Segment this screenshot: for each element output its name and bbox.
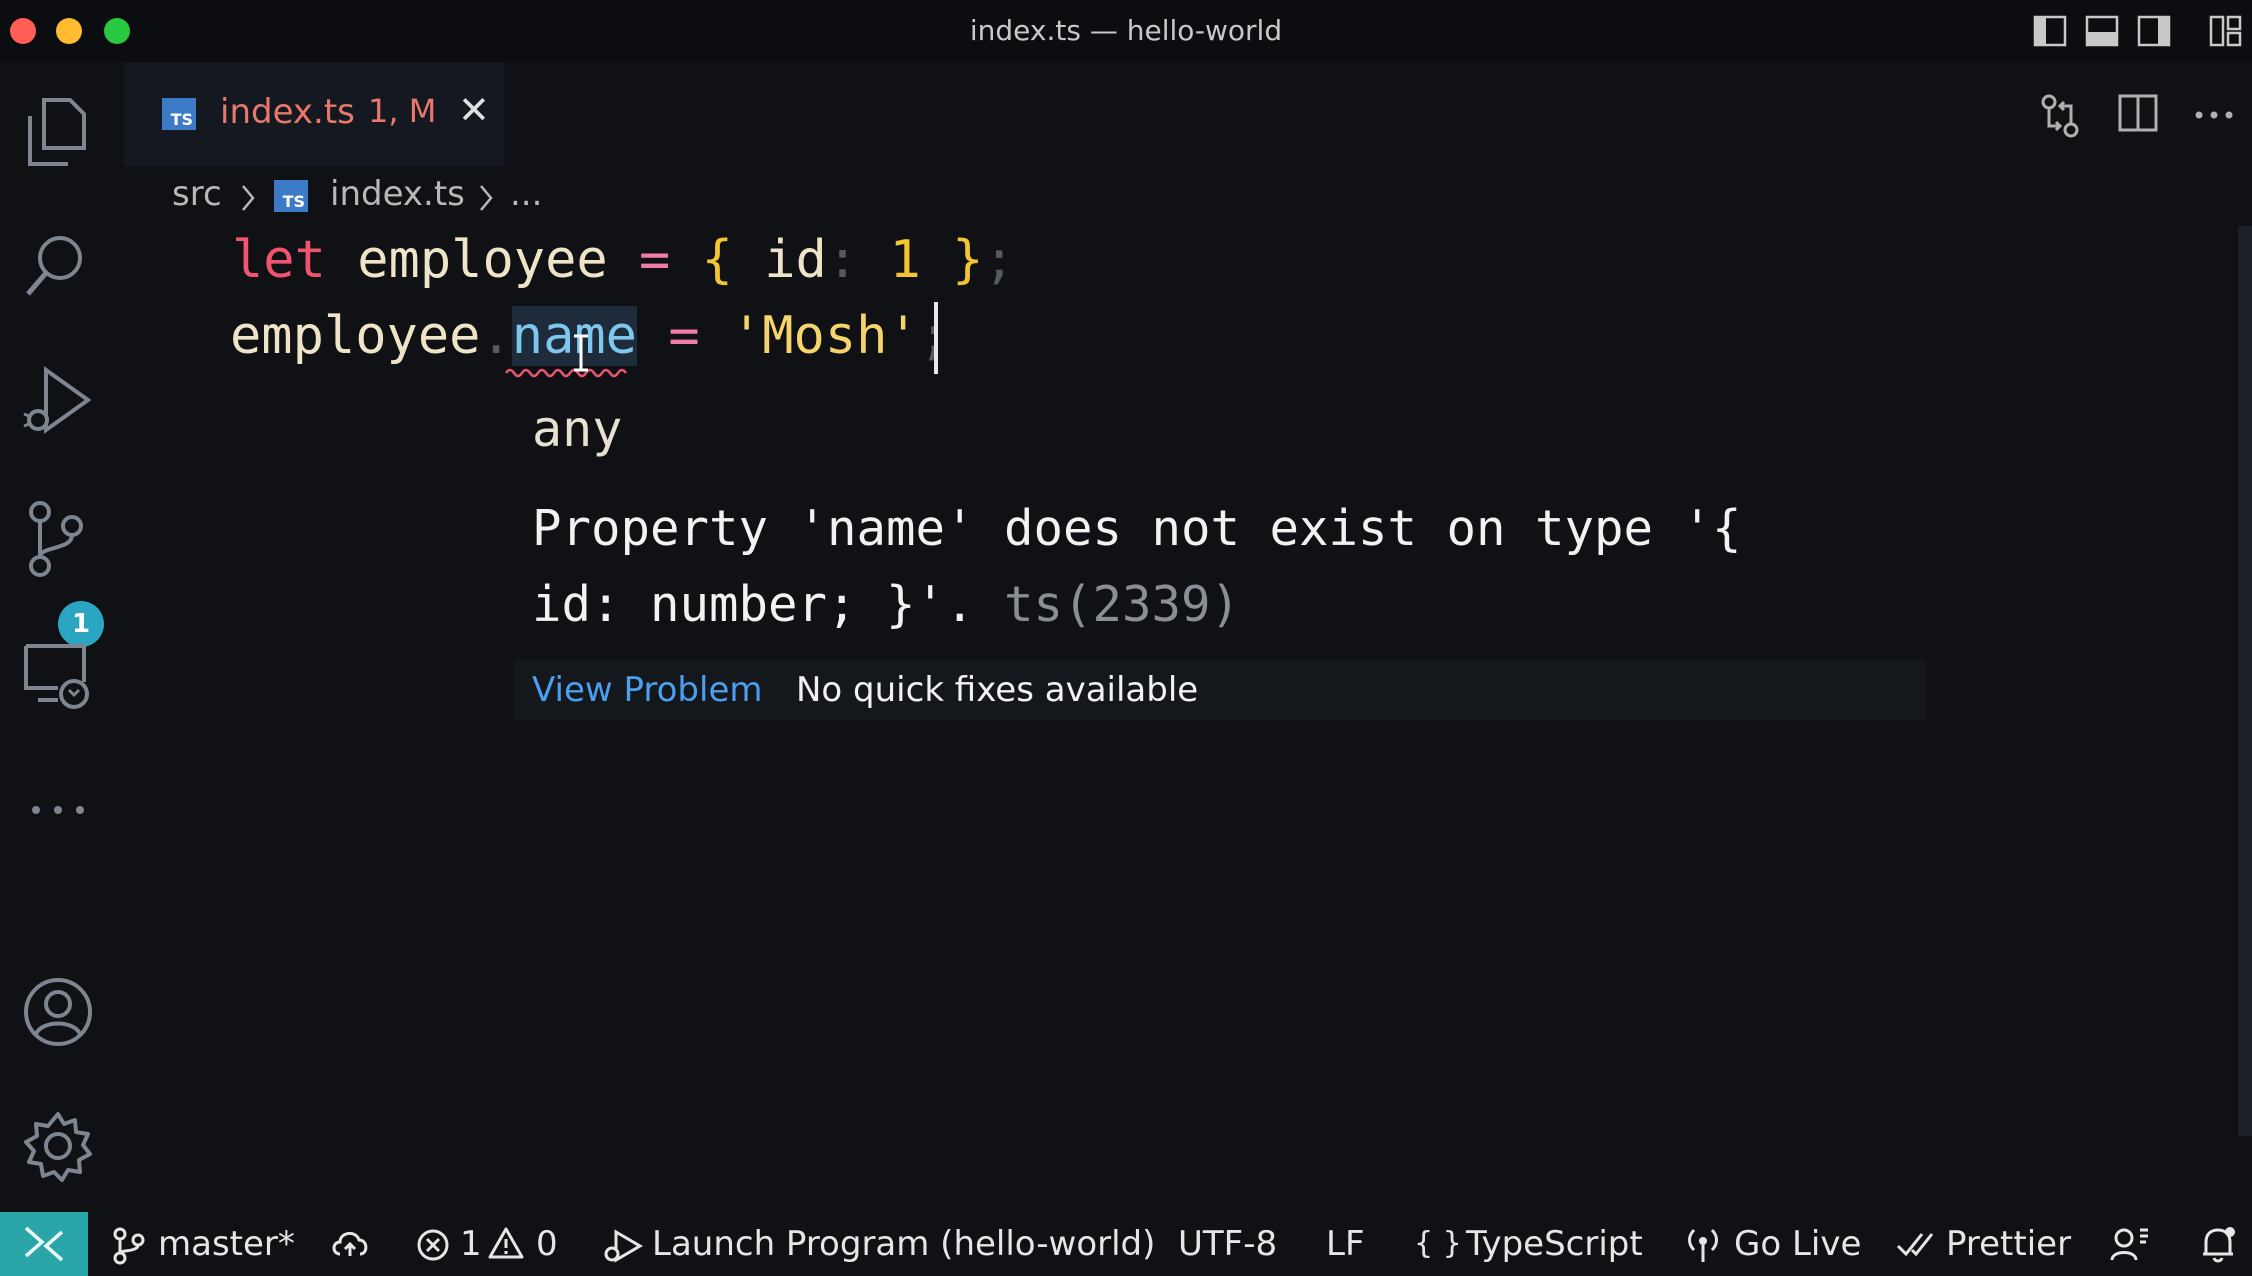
hover-tooltip: any Property 'name' does not exist on ty… xyxy=(514,380,1926,720)
encoding[interactable]: UTF-8 xyxy=(1178,1224,1277,1264)
toggle-primary-sidebar-icon[interactable] xyxy=(2033,15,2067,47)
source-control-icon[interactable] xyxy=(22,500,92,580)
feedback-icon[interactable] xyxy=(2110,1226,2150,1264)
debug-launch-icon[interactable] xyxy=(602,1228,643,1263)
no-quick-fixes-label: No quick fixes available xyxy=(796,670,1199,710)
toggle-panel-icon[interactable] xyxy=(2085,15,2119,47)
tab-close-icon[interactable]: ✕ xyxy=(458,88,490,132)
identifier-employee: employee xyxy=(230,306,481,366)
remote-explorer-icon[interactable] xyxy=(22,642,92,709)
warning-count[interactable]: 0 xyxy=(536,1224,558,1264)
view-problem-link[interactable]: View Problem xyxy=(532,670,763,710)
breadcrumb-file[interactable]: index.ts xyxy=(330,174,465,214)
more-actions-icon[interactable] xyxy=(2194,110,2234,120)
typescript-file-icon: TS xyxy=(274,180,308,212)
tab-label: index.ts xyxy=(220,92,355,132)
hover-error-message: Property 'name' does not exist on type '… xyxy=(532,500,1742,557)
hover-type-info: any xyxy=(532,400,623,458)
text-cursor xyxy=(934,302,938,374)
number-literal: 1 xyxy=(889,230,921,290)
window-title: index.ts — hello-world xyxy=(969,14,1283,47)
error-squiggle xyxy=(504,368,628,378)
git-branch-icon xyxy=(113,1227,145,1265)
go-live-button[interactable]: Go Live xyxy=(1734,1224,1861,1264)
editor-scrollbar[interactable] xyxy=(2238,226,2252,1136)
git-branch[interactable]: master* xyxy=(158,1224,295,1264)
warning-icon[interactable] xyxy=(488,1226,524,1260)
activity-bar: 1 xyxy=(0,62,120,1212)
identifier-employee: employee xyxy=(357,230,608,290)
error-count[interactable]: 1 xyxy=(460,1224,482,1264)
property-id: id xyxy=(764,230,827,290)
open-changes-icon[interactable] xyxy=(2040,92,2080,140)
customize-layout-icon[interactable] xyxy=(2209,15,2242,47)
run-debug-icon[interactable] xyxy=(22,364,92,438)
search-icon[interactable] xyxy=(22,232,92,304)
chevron-right-icon xyxy=(242,185,255,211)
language-mode[interactable]: TypeScript xyxy=(1466,1224,1643,1264)
operator-equals: = xyxy=(639,230,671,290)
brace-open: { xyxy=(701,230,733,290)
hover-error-message-cont: id: number; }'. ts(2339) xyxy=(532,576,1241,633)
hover-actions: View Problem No quick fixes available xyxy=(514,660,1926,720)
status-bar: master* 1 0 Launch Program (hello-world)… xyxy=(0,1212,2252,1276)
typescript-file-icon: TS xyxy=(162,98,196,130)
title-bar: index.ts — hello-world xyxy=(0,0,2252,62)
keyword-let: let xyxy=(232,230,326,290)
breadcrumb-symbols[interactable]: ... xyxy=(510,174,542,214)
more-icon[interactable] xyxy=(22,800,92,820)
end-of-line[interactable]: LF xyxy=(1326,1224,1365,1264)
error-code[interactable]: ts(2339) xyxy=(1004,576,1240,633)
brace-close: } xyxy=(952,230,984,290)
mouse-ibeam-cursor xyxy=(574,334,588,372)
launch-config[interactable]: Launch Program (hello-world) xyxy=(652,1224,1155,1264)
breadcrumb: src TS index.ts ... xyxy=(120,166,1920,226)
colon: : xyxy=(826,230,859,290)
tab-index-ts[interactable]: TS index.ts 1, M ✕ xyxy=(124,62,504,166)
notifications-bell-icon[interactable] xyxy=(2200,1226,2236,1264)
operator-equals: = xyxy=(668,306,700,366)
settings-gear-icon[interactable] xyxy=(22,1110,96,1184)
double-check-icon xyxy=(1896,1233,1934,1257)
tab-bar: TS index.ts 1, M ✕ xyxy=(120,62,2252,166)
remote-indicator[interactable] xyxy=(0,1212,88,1276)
explorer-icon[interactable] xyxy=(22,96,92,168)
string-literal: 'Mosh' xyxy=(730,306,919,366)
language-braces-icon: { } xyxy=(1414,1226,1462,1261)
tab-problem-status: 1, M xyxy=(368,92,437,130)
broadcast-icon xyxy=(1688,1228,1718,1262)
toggle-secondary-sidebar-icon[interactable] xyxy=(2137,15,2171,47)
breadcrumb-src[interactable]: src xyxy=(172,174,222,214)
error-icon[interactable] xyxy=(416,1228,450,1262)
chevron-right-icon xyxy=(480,185,493,211)
account-icon[interactable] xyxy=(22,976,96,1050)
sync-cloud-icon[interactable] xyxy=(330,1228,370,1260)
prettier-button[interactable]: Prettier xyxy=(1946,1224,2071,1264)
dot: . xyxy=(480,306,512,366)
source-control-badge: 1 xyxy=(58,601,104,647)
split-editor-icon[interactable] xyxy=(2118,94,2158,134)
code-line-1[interactable]: let employee = { id: 1 }; xyxy=(232,230,1015,290)
semicolon: ; xyxy=(983,230,1015,290)
remote-icon xyxy=(24,1226,64,1262)
